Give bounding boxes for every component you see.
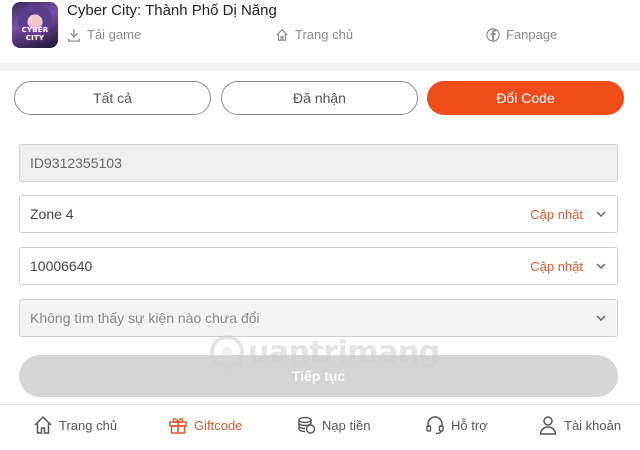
character-update-link[interactable]: Cập nhật <box>530 259 583 274</box>
game-title: Cyber City: Thành Phố Dị Năng <box>67 2 277 19</box>
tab-redeem-code[interactable]: Đổi Code <box>427 81 624 115</box>
game-icon[interactable]: CYBER CITY <box>12 2 58 48</box>
nav-account-label: Tài khoản <box>564 417 622 433</box>
tab-received[interactable]: Đã nhận <box>221 81 418 115</box>
redeem-form: ID9312355103 Zone 4 Cập nhật 10006640 Cậ… <box>0 129 640 404</box>
player-id-field: ID9312355103 <box>19 144 618 182</box>
character-value: 10006640 <box>30 258 93 274</box>
facebook-icon <box>486 27 500 42</box>
bottom-nav: Trang chủ Giftcode Nạp tiền Hỗ trợ Tài k… <box>0 404 640 450</box>
download-game-label: Tải game <box>87 27 142 42</box>
chevron-down-icon <box>596 211 606 218</box>
nav-giftcode-label: Giftcode <box>194 417 243 433</box>
game-logo-text: CYBER CITY <box>21 26 49 42</box>
nav-support-label: Hỗ trợ <box>451 417 488 433</box>
header-links: Tải game Trang chủ Fanpage <box>67 27 627 47</box>
nav-home[interactable]: Trang chủ <box>33 415 117 435</box>
chevron-down-icon <box>596 263 606 270</box>
gift-icon <box>169 418 187 434</box>
nav-home-label: Trang chủ <box>59 417 118 433</box>
download-icon <box>68 28 80 42</box>
nav-topup-label: Nạp tiền <box>322 417 371 433</box>
home-icon <box>34 415 52 434</box>
user-icon <box>539 416 557 435</box>
player-id-value: ID9312355103 <box>30 155 122 171</box>
character-select[interactable]: 10006640 Cập nhật <box>19 247 618 285</box>
home-link[interactable]: Trang chủ <box>275 27 353 42</box>
download-game-link[interactable]: Tải game <box>67 27 141 42</box>
event-placeholder: Không tìm thấy sự kiện nào chưa đổi <box>30 310 260 326</box>
server-select[interactable]: Zone 4 Cập nhật <box>19 195 618 233</box>
server-value: Zone 4 <box>30 206 74 222</box>
home-icon <box>276 28 288 41</box>
fanpage-link[interactable]: Fanpage <box>486 27 557 42</box>
headset-icon <box>426 416 444 435</box>
nav-support[interactable]: Hỗ trợ <box>425 415 488 435</box>
event-select[interactable]: Không tìm thấy sự kiện nào chưa đổi <box>19 299 618 337</box>
app-header: CYBER CITY Cyber City: Thành Phố Dị Năng… <box>0 0 640 63</box>
continue-button[interactable]: Tiếp tục <box>19 355 618 397</box>
fanpage-label: Fanpage <box>506 27 558 42</box>
server-update-link[interactable]: Cập nhật <box>530 207 583 222</box>
nav-account[interactable]: Tài khoản <box>538 415 621 435</box>
nav-giftcode[interactable]: Giftcode <box>168 415 242 435</box>
home-link-label: Trang chủ <box>295 27 354 42</box>
code-tabs: Tất cả Đã nhận Đổi Code <box>0 71 640 129</box>
section-divider <box>0 63 640 71</box>
chevron-down-icon <box>596 315 606 322</box>
nav-topup[interactable]: Nạp tiền <box>296 415 370 435</box>
coins-icon <box>298 416 316 434</box>
tab-all[interactable]: Tất cả <box>14 81 211 115</box>
